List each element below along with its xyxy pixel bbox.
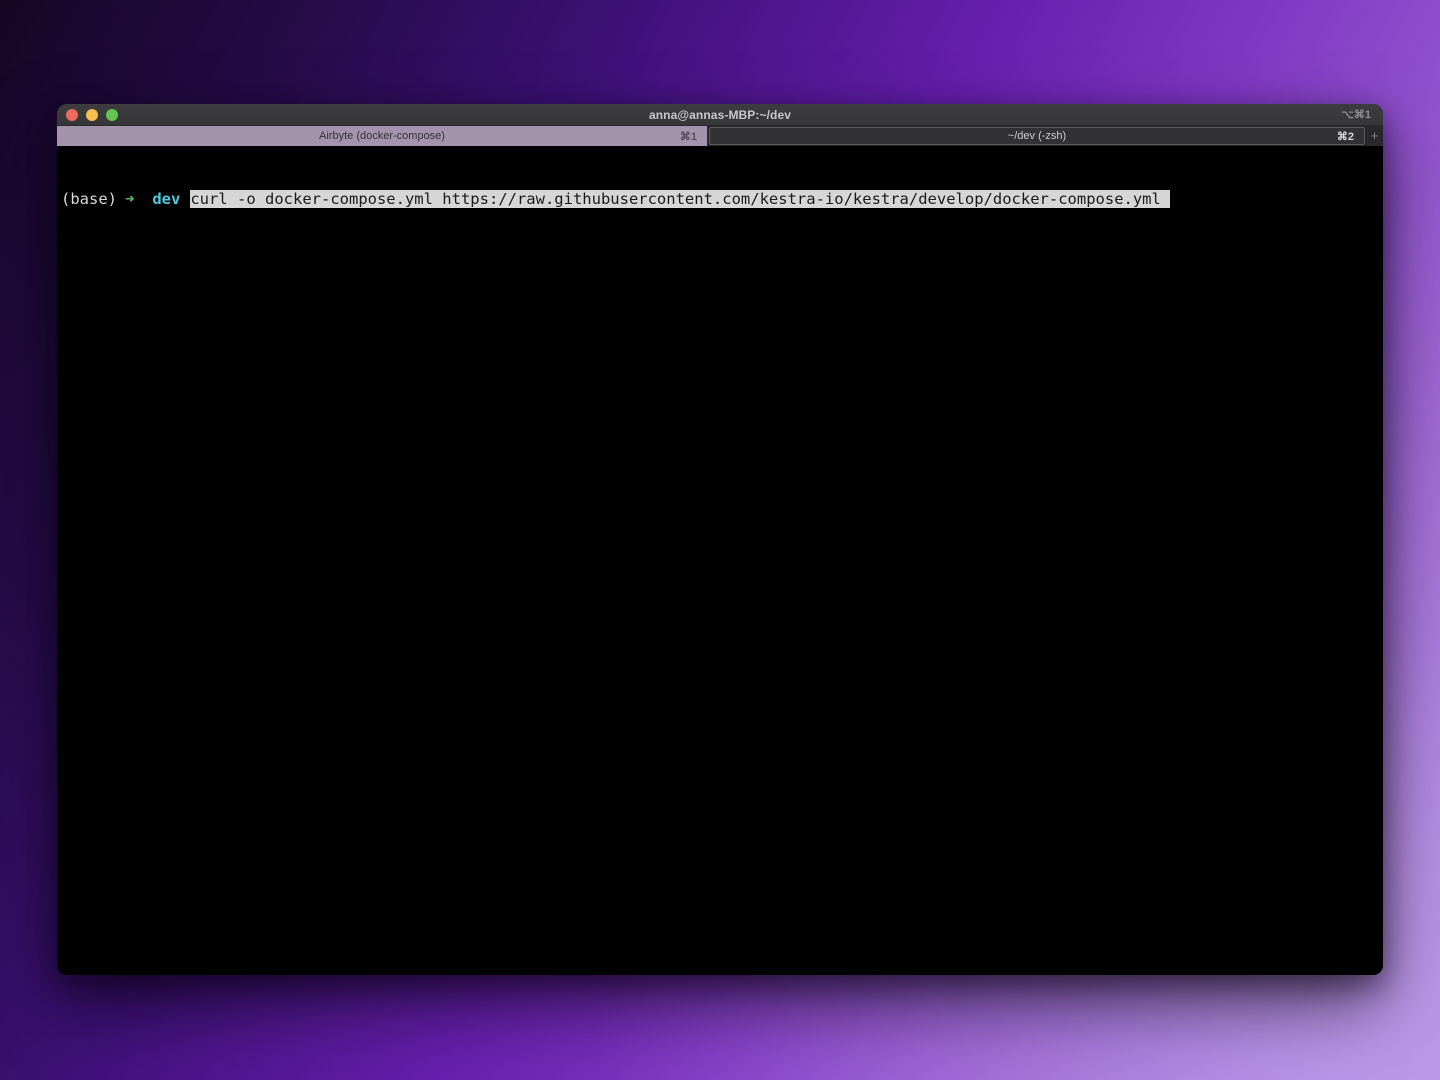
traffic-lights xyxy=(66,109,118,121)
selected-command-text: curl -o docker-compose.yml https://raw.g… xyxy=(190,190,1170,208)
terminal-screen[interactable]: (base) ➜ dev curl -o docker-compose.yml htt… xyxy=(57,146,1383,975)
tab-label: Airbyte (docker-compose) xyxy=(319,130,445,142)
tab-shortcut-badge: ⌘2 xyxy=(1337,130,1354,143)
window-titlebar[interactable]: anna@annas-MBP:~/dev ⌥⌘1 xyxy=(57,104,1383,126)
terminal-prompt-line: (base) ➜ dev curl -o docker-compose.yml htt… xyxy=(61,189,1383,209)
tab-airbyte-docker-compose[interactable]: Airbyte (docker-compose) ⌘1 xyxy=(57,126,707,146)
tab-shortcut-badge: ⌘1 xyxy=(680,130,697,143)
prompt-arrow-icon: ➜ xyxy=(125,190,134,208)
minimize-button[interactable] xyxy=(86,109,98,121)
tab-label: ~/dev (-zsh) xyxy=(1008,130,1066,142)
new-tab-button[interactable]: + xyxy=(1366,126,1383,146)
tab-dev-zsh[interactable]: ~/dev (-zsh) ⌘2 xyxy=(709,127,1365,145)
close-button[interactable] xyxy=(66,109,78,121)
terminal-window: anna@annas-MBP:~/dev ⌥⌘1 Airbyte (docker… xyxy=(57,104,1383,975)
conda-env-label: (base) xyxy=(61,190,117,208)
current-directory-label: dev xyxy=(152,190,180,208)
tab-bar: Airbyte (docker-compose) ⌘1 ~/dev (-zsh)… xyxy=(57,126,1383,146)
window-title: anna@annas-MBP:~/dev xyxy=(57,108,1383,122)
window-shortcut-badge: ⌥⌘1 xyxy=(1341,108,1371,121)
zoom-button[interactable] xyxy=(106,109,118,121)
